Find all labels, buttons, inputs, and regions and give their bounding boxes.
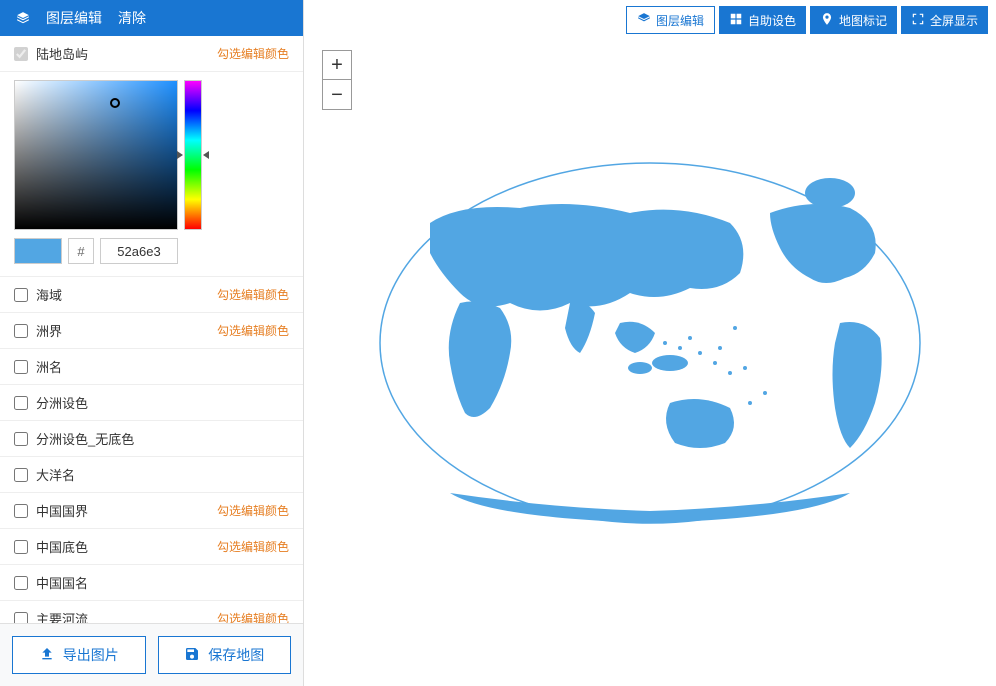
- hue-slider[interactable]: [184, 80, 202, 230]
- layer-checkbox[interactable]: [14, 540, 28, 554]
- layer-label: 分洲设色_无底色: [36, 429, 134, 448]
- custom-color-button[interactable]: 自助设色: [719, 6, 806, 34]
- btn-label: 图层编辑: [656, 12, 704, 29]
- export-label: 导出图片: [63, 645, 119, 665]
- hex-input[interactable]: 52a6e3: [100, 238, 178, 264]
- layer-checkbox[interactable]: [14, 396, 28, 410]
- map-main: 图层编辑 自助设色 地图标记 全屏显示 + −: [304, 0, 996, 686]
- layer-hint: 勾选编辑颜色: [217, 45, 289, 62]
- layer-item[interactable]: 中国底色 勾选编辑颜色: [0, 529, 303, 565]
- layer-item[interactable]: 分洲设色_无底色: [0, 421, 303, 457]
- layer-hint: 勾选编辑颜色: [217, 538, 289, 555]
- zoom-out-button[interactable]: −: [322, 80, 352, 110]
- layer-label: 洲名: [36, 357, 62, 376]
- save-label: 保存地图: [208, 645, 264, 665]
- layer-checkbox[interactable]: [14, 47, 28, 61]
- layer-checkbox[interactable]: [14, 324, 28, 338]
- btn-label: 自助设色: [748, 12, 796, 29]
- layer-item[interactable]: 洲界 勾选编辑颜色: [0, 313, 303, 349]
- layer-item[interactable]: 大洋名: [0, 457, 303, 493]
- hash-label: #: [68, 238, 94, 264]
- layer-item[interactable]: 中国国界 勾选编辑颜色: [0, 493, 303, 529]
- btn-label: 地图标记: [839, 12, 887, 29]
- layer-label: 分洲设色: [36, 393, 88, 412]
- layer-hint: 勾选编辑颜色: [217, 610, 289, 623]
- grid-icon: [729, 12, 743, 29]
- top-toolbar: 图层编辑 自助设色 地图标记 全屏显示: [626, 6, 988, 34]
- layer-label: 中国国界: [36, 501, 88, 520]
- layer-hint: 勾选编辑颜色: [217, 502, 289, 519]
- layer-label: 中国底色: [36, 537, 88, 556]
- sidebar: 图层编辑 清除 陆地岛屿 勾选编辑颜色 # 52a6e: [0, 0, 304, 686]
- layer-checkbox[interactable]: [14, 360, 28, 374]
- layer-checkbox[interactable]: [14, 576, 28, 590]
- layer-checkbox[interactable]: [14, 432, 28, 446]
- layer-label: 主要河流: [36, 609, 88, 623]
- layer-edit-button[interactable]: 图层编辑: [626, 6, 715, 34]
- sidebar-title: 图层编辑: [46, 8, 102, 28]
- layer-checkbox[interactable]: [14, 612, 28, 624]
- layer-label: 大洋名: [36, 465, 75, 484]
- map-canvas[interactable]: [304, 0, 996, 686]
- export-image-button[interactable]: 导出图片: [12, 636, 146, 674]
- sv-handle[interactable]: [110, 98, 120, 108]
- world-map-svg: [370, 153, 930, 533]
- btn-label: 全屏显示: [930, 12, 978, 29]
- layer-label: 陆地岛屿: [36, 44, 88, 63]
- layers-icon: [16, 11, 30, 25]
- layer-item[interactable]: 中国国名: [0, 565, 303, 601]
- map-marker-button[interactable]: 地图标记: [810, 6, 897, 34]
- layer-item[interactable]: 分洲设色: [0, 385, 303, 421]
- layer-item[interactable]: 洲名: [0, 349, 303, 385]
- marker-icon: [820, 12, 834, 29]
- saturation-value-box[interactable]: [14, 80, 178, 230]
- layer-hint: 勾选编辑颜色: [217, 322, 289, 339]
- layer-label: 洲界: [36, 321, 62, 340]
- layer-checkbox[interactable]: [14, 468, 28, 482]
- fullscreen-icon: [911, 12, 925, 29]
- clear-button[interactable]: 清除: [118, 8, 146, 28]
- color-picker: # 52a6e3: [0, 72, 303, 277]
- layer-checkbox[interactable]: [14, 504, 28, 518]
- sidebar-header: 图层编辑 清除: [0, 0, 303, 36]
- upload-icon: [39, 646, 55, 665]
- save-map-button[interactable]: 保存地图: [158, 636, 292, 674]
- zoom-in-button[interactable]: +: [322, 50, 352, 80]
- save-icon: [184, 646, 200, 665]
- color-swatch: [14, 238, 62, 264]
- sidebar-footer: 导出图片 保存地图: [0, 623, 303, 686]
- layer-list: 陆地岛屿 勾选编辑颜色 # 52a6e3 海域 勾选编辑颜色: [0, 36, 303, 623]
- fullscreen-button[interactable]: 全屏显示: [901, 6, 988, 34]
- layer-label: 中国国名: [36, 573, 88, 592]
- layer-item[interactable]: 主要河流 勾选编辑颜色: [0, 601, 303, 623]
- layer-item[interactable]: 陆地岛屿 勾选编辑颜色: [0, 36, 303, 72]
- layer-checkbox[interactable]: [14, 288, 28, 302]
- layers-icon: [637, 12, 651, 29]
- layer-label: 海域: [36, 285, 62, 304]
- layer-hint: 勾选编辑颜色: [217, 286, 289, 303]
- zoom-controls: + −: [322, 50, 352, 110]
- layer-item[interactable]: 海域 勾选编辑颜色: [0, 277, 303, 313]
- hue-handle[interactable]: [181, 151, 205, 159]
